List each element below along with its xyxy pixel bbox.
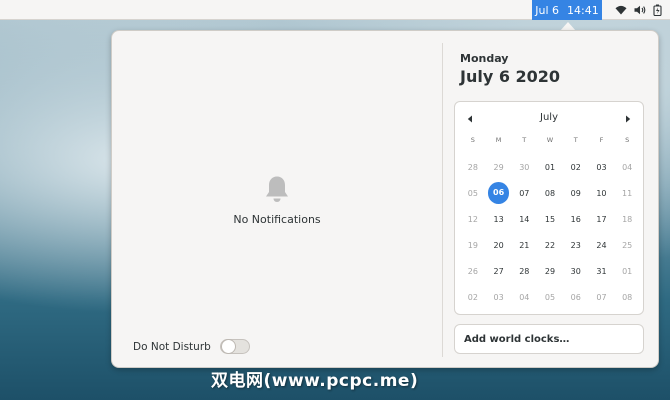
- top-bar: Jul 6 14:41: [0, 0, 670, 20]
- clock-button[interactable]: Jul 6 14:41: [532, 0, 602, 20]
- calendar-week-row: 05 06 07 08 09 10 11: [460, 180, 640, 206]
- calendar-day[interactable]: 30: [511, 163, 537, 172]
- bell-icon: [266, 176, 288, 202]
- calendar-day[interactable]: 18: [614, 215, 640, 224]
- calendar-day[interactable]: 31: [589, 267, 615, 276]
- system-tray[interactable]: [615, 0, 662, 20]
- calendar-grid: S M T W T F S 28 29 30 01 02 03 04 05 06 07 08 09 10 11 12 13 1…: [460, 134, 640, 310]
- weekday-column-label: T: [573, 136, 578, 144]
- calendar-day[interactable]: 12: [460, 215, 486, 224]
- no-notifications-label: No Notifications: [233, 213, 321, 226]
- weekday-column-label: W: [546, 136, 554, 144]
- calendar-day[interactable]: 30: [563, 267, 589, 276]
- calendar-day[interactable]: 01: [614, 267, 640, 276]
- watermark-text: 双电网(www.pcpc.me): [211, 371, 419, 391]
- calendar-day-today[interactable]: 06: [487, 182, 510, 204]
- calendar-week-row: 02 03 04 05 06 07 08: [460, 284, 640, 310]
- calendar-week-row: 19 20 21 22 23 24 25: [460, 232, 640, 258]
- volume-icon: [634, 5, 646, 15]
- calendar-day[interactable]: 05: [460, 189, 486, 198]
- calendar-day[interactable]: 07: [589, 293, 615, 302]
- calendar-day[interactable]: 29: [537, 267, 563, 276]
- calendar-day[interactable]: 08: [614, 293, 640, 302]
- pane-divider: [442, 43, 443, 357]
- calendar: July S M T W T F S 28 29 30 01 02 03 04 05 06 07 08 09 10 11…: [454, 101, 644, 315]
- calendar-month-label: July: [540, 112, 558, 123]
- do-not-disturb-toggle[interactable]: [219, 339, 250, 354]
- wifi-icon: [615, 5, 627, 15]
- arrow-right-icon[interactable]: [621, 112, 635, 126]
- calendar-day[interactable]: 09: [563, 189, 589, 198]
- calendar-day[interactable]: 02: [563, 163, 589, 172]
- calendar-day[interactable]: 10: [589, 189, 615, 198]
- calendar-week-row: 12 13 14 15 16 17 18: [460, 206, 640, 232]
- calendar-day[interactable]: 28: [511, 267, 537, 276]
- calendar-day[interactable]: 24: [589, 241, 615, 250]
- calendar-day[interactable]: 28: [460, 163, 486, 172]
- do-not-disturb-row: Do Not Disturb: [133, 339, 250, 354]
- calendar-day[interactable]: 03: [486, 293, 512, 302]
- calendar-day[interactable]: 13: [486, 215, 512, 224]
- full-date-label: July 6 2020: [460, 67, 561, 86]
- clock-time: 14:41: [567, 3, 599, 17]
- do-not-disturb-label: Do Not Disturb: [133, 340, 211, 353]
- calendar-day[interactable]: 11: [614, 189, 640, 198]
- weekday-column-label: M: [495, 136, 502, 144]
- add-world-clocks-label: Add world clocks…: [464, 333, 570, 345]
- calendar-day[interactable]: 25: [614, 241, 640, 250]
- add-world-clocks-button[interactable]: Add world clocks…: [454, 324, 644, 354]
- weekday-column-label: S: [470, 136, 475, 144]
- weekday-labels-row: SMTWTFS: [460, 134, 640, 146]
- calendar-day[interactable]: 08: [537, 189, 563, 198]
- calendar-day[interactable]: 06: [563, 293, 589, 302]
- calendar-day[interactable]: 01: [537, 163, 563, 172]
- calendar-day[interactable]: 04: [511, 293, 537, 302]
- calendar-day[interactable]: 21: [511, 241, 537, 250]
- toggle-knob: [220, 339, 236, 354]
- calendar-day[interactable]: 04: [614, 163, 640, 172]
- calendar-day[interactable]: 16: [563, 215, 589, 224]
- calendar-day[interactable]: 29: [486, 163, 512, 172]
- calendar-day[interactable]: 27: [486, 267, 512, 276]
- calendar-day[interactable]: 07: [511, 189, 537, 198]
- calendar-day[interactable]: 05: [537, 293, 563, 302]
- calendar-day[interactable]: 02: [460, 293, 486, 302]
- calendar-week-row: 26 27 28 29 30 31 01: [460, 258, 640, 284]
- date-menu-popover: No Notifications Do Not Disturb Monday J…: [111, 30, 659, 368]
- calendar-header: July: [455, 110, 643, 126]
- calendar-day[interactable]: 26: [460, 267, 486, 276]
- notification-pane: No Notifications Do Not Disturb: [112, 31, 442, 367]
- battery-icon: [653, 4, 662, 16]
- calendar-day[interactable]: 19: [460, 241, 486, 250]
- calendar-day[interactable]: 15: [537, 215, 563, 224]
- weekday-column-label: S: [625, 136, 630, 144]
- weekday-column-label: T: [522, 136, 527, 144]
- weekday-label: Monday: [460, 52, 509, 65]
- calendar-day[interactable]: 03: [589, 163, 615, 172]
- calendar-day[interactable]: 22: [537, 241, 563, 250]
- calendar-day[interactable]: 17: [589, 215, 615, 224]
- calendar-day[interactable]: 23: [563, 241, 589, 250]
- calendar-day[interactable]: 20: [486, 241, 512, 250]
- calendar-day[interactable]: 14: [511, 215, 537, 224]
- calendar-week-row: 28 29 30 01 02 03 04: [460, 154, 640, 180]
- weekday-column-label: F: [599, 136, 604, 144]
- clock-date: Jul 6: [535, 3, 560, 17]
